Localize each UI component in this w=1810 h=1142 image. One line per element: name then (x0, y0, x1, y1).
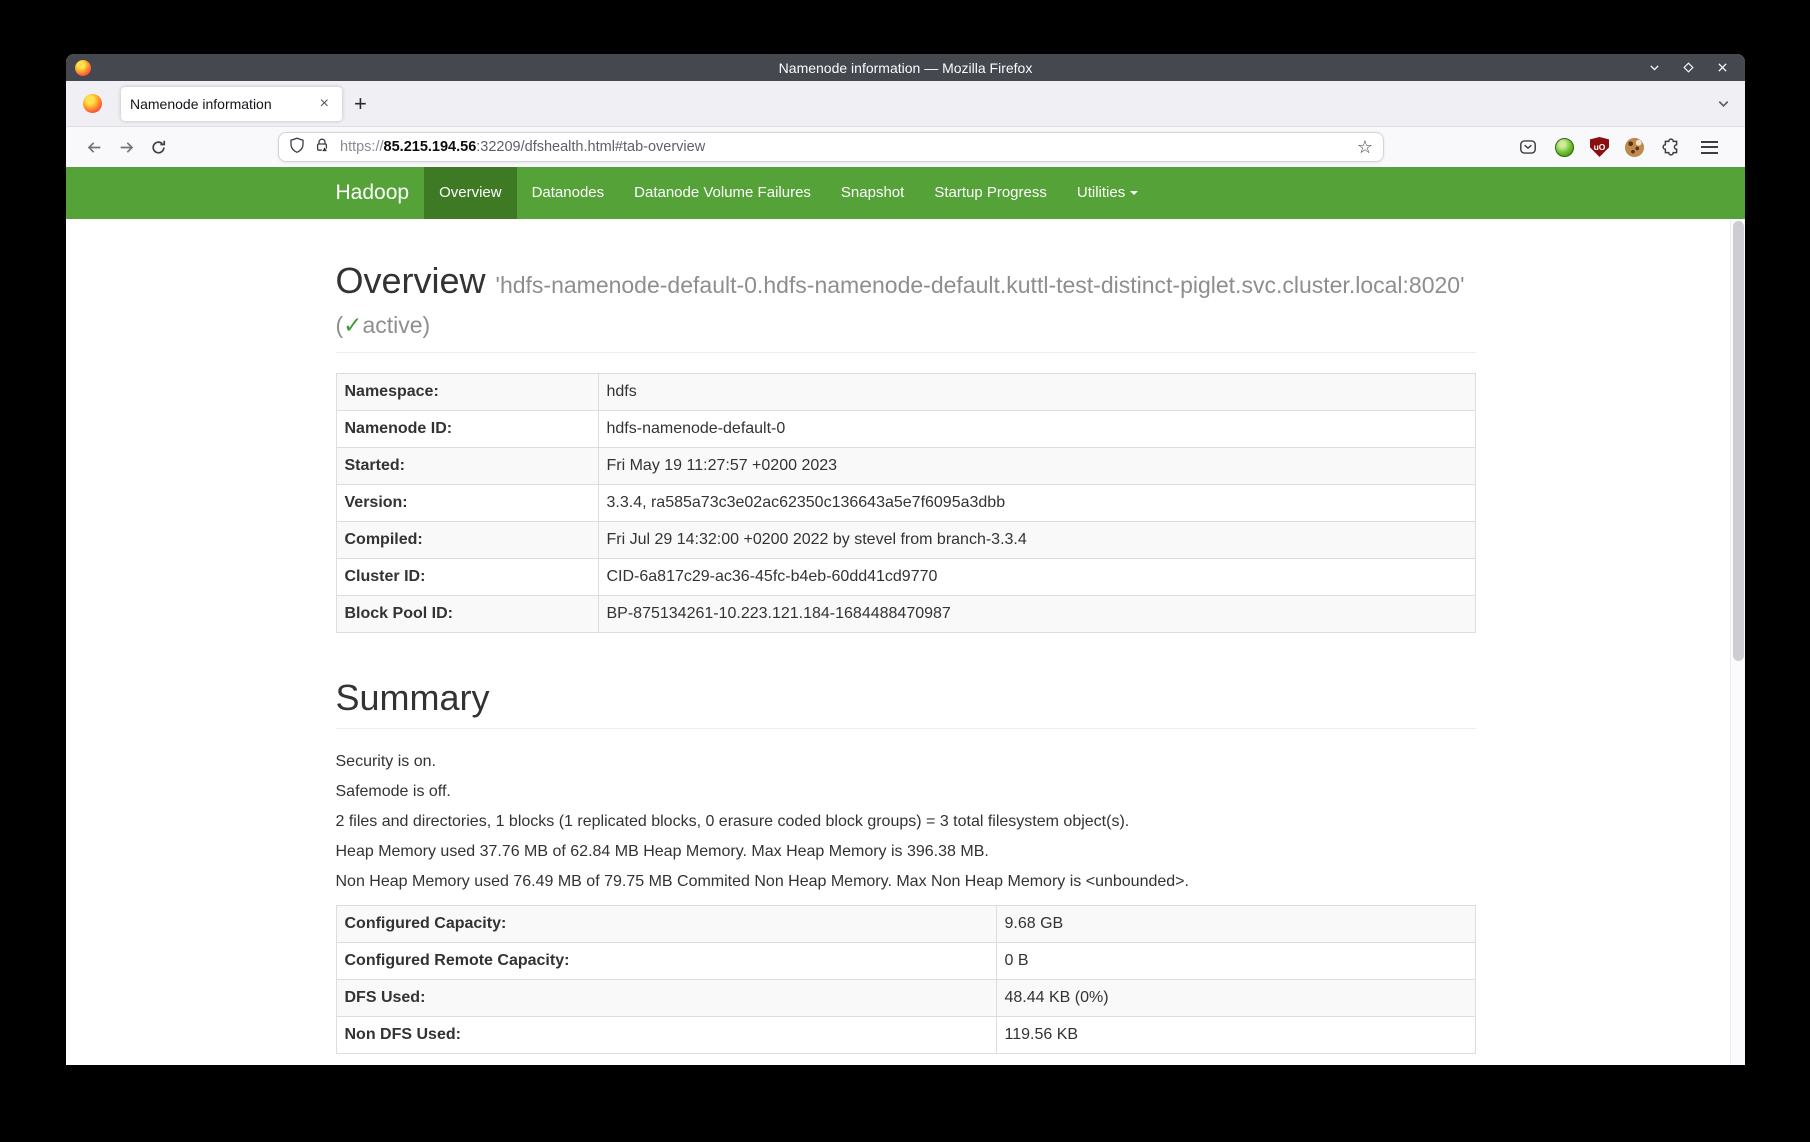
extension-cluster: uO (1517, 136, 1733, 158)
summary-header: Summary (336, 678, 1476, 729)
table-row: Version:3.3.4, ra585a73c3e02ac62350c1366… (336, 484, 1475, 521)
utilities-label: Utilities (1077, 184, 1125, 201)
summary-line-filesystem-objects: 2 files and directories, 1 blocks (1 rep… (336, 811, 1476, 832)
tab-namenode-information[interactable]: Namenode information × (121, 87, 342, 121)
lock-warning-icon[interactable] (314, 137, 330, 158)
row-value: Fri May 19 11:27:57 +0200 2023 (598, 447, 1475, 484)
row-value: 9.68 GB (996, 905, 1475, 942)
nav-tab-snapshot[interactable]: Snapshot (826, 167, 919, 219)
page-scrollbar[interactable] (1730, 219, 1745, 1065)
table-row: Cluster ID:CID-6a817c29-ac36-45fc-b4eb-6… (336, 558, 1475, 595)
table-row: Started:Fri May 19 11:27:57 +0200 2023 (336, 447, 1475, 484)
new-tab-button[interactable]: + (342, 93, 379, 115)
reload-icon[interactable] (142, 132, 174, 162)
page-title: Overview 'hdfs-namenode-default-0.hdfs-n… (336, 261, 1476, 342)
row-label: Namespace: (336, 373, 598, 410)
chevron-down-icon (1130, 191, 1138, 195)
namenode-address: 'hdfs-namenode-default-0.hdfs-namenode-d… (336, 272, 1465, 338)
hadoop-navbar: Hadoop Overview Datanodes Datanode Volum… (66, 167, 1745, 219)
tab-title: Namenode information (130, 96, 316, 112)
row-label: Version: (336, 484, 598, 521)
summary-line-security: Security is on. (336, 751, 1476, 772)
titlebar: Namenode information — Mozilla Firefox (66, 54, 1745, 81)
namenode-address-text: 'hdfs-namenode-default-0.hdfs-namenode-d… (496, 272, 1465, 298)
summary-line-non-heap-memory: Non Heap Memory used 76.49 MB of 79.75 M… (336, 871, 1476, 892)
table-row: Compiled:Fri Jul 29 14:32:00 +0200 2022 … (336, 521, 1475, 558)
cookie-extension-icon[interactable] (1625, 138, 1644, 157)
ublock-origin-icon[interactable]: uO (1590, 137, 1609, 157)
nav-dropdown-utilities[interactable]: Utilities (1062, 167, 1153, 219)
summary-line-safemode: Safemode is off. (336, 781, 1476, 802)
table-row: Configured Remote Capacity:0 B (336, 942, 1475, 979)
row-label: Block Pool ID: (336, 595, 598, 632)
forward-icon[interactable] (110, 132, 142, 162)
status-close-paren: ) (423, 312, 431, 338)
url-bar[interactable]: https://85.215.194.56:32209/dfshealth.ht… (278, 132, 1384, 162)
menu-hamburger-icon[interactable] (1698, 136, 1720, 158)
table-row: Namespace:hdfs (336, 373, 1475, 410)
row-label: DFS Used: (336, 979, 996, 1016)
row-label: Configured Capacity: (336, 905, 996, 942)
row-value: Fri Jul 29 14:32:00 +0200 2022 by stevel… (598, 521, 1475, 558)
green-extension-icon[interactable] (1555, 138, 1574, 157)
overview-heading-text: Overview (336, 260, 486, 301)
row-label: Cluster ID: (336, 558, 598, 595)
extensions-puzzle-icon[interactable] (1660, 136, 1682, 158)
tab-close-icon[interactable]: × (316, 94, 333, 114)
back-icon[interactable] (78, 132, 110, 162)
browser-window: Namenode information — Mozilla Firefox N… (66, 54, 1745, 1065)
row-value: 119.56 KB (996, 1016, 1475, 1053)
row-label: Compiled: (336, 521, 598, 558)
row-value: CID-6a817c29-ac36-45fc-b4eb-60dd41cd9770 (598, 558, 1475, 595)
url-scheme: https:// (340, 139, 384, 155)
row-value: hdfs (598, 373, 1475, 410)
window-title: Namenode information — Mozilla Firefox (66, 60, 1745, 76)
firefox-view-icon[interactable] (83, 94, 102, 113)
namenode-info-table: Namespace:hdfs Namenode ID:hdfs-namenode… (336, 373, 1476, 633)
pocket-icon[interactable] (1517, 136, 1539, 158)
nav-tab-datanodes[interactable]: Datanodes (517, 167, 620, 219)
summary-title: Summary (336, 678, 1476, 718)
navbar-brand-hadoop[interactable]: Hadoop (321, 167, 425, 219)
table-row: DFS Used:48.44 KB (0%) (336, 979, 1475, 1016)
browser-toolbar: https://85.215.194.56:32209/dfshealth.ht… (66, 127, 1745, 167)
row-label: Namenode ID: (336, 410, 598, 447)
table-row: Block Pool ID:BP-875134261-10.223.121.18… (336, 595, 1475, 632)
row-value: 0 B (996, 942, 1475, 979)
nav-tab-startup-progress[interactable]: Startup Progress (919, 167, 1062, 219)
table-row: Namenode ID:hdfs-namenode-default-0 (336, 410, 1475, 447)
table-row: Configured Capacity:9.68 GB (336, 905, 1475, 942)
bookmark-star-icon[interactable]: ☆ (1357, 138, 1373, 156)
status-badge: active (362, 312, 422, 338)
row-value: 48.44 KB (0%) (996, 979, 1475, 1016)
nav-tab-overview[interactable]: Overview (424, 167, 517, 219)
url-host: 85.215.194.56 (384, 139, 477, 155)
scrollbar-thumb[interactable] (1733, 221, 1744, 661)
list-all-tabs-icon[interactable] (1716, 96, 1731, 111)
row-value: hdfs-namenode-default-0 (598, 410, 1475, 447)
tracking-protection-shield-icon[interactable] (289, 137, 305, 158)
capacity-table: Configured Capacity:9.68 GB Configured R… (336, 905, 1476, 1054)
url-text: https://85.215.194.56:32209/dfshealth.ht… (340, 139, 705, 155)
tab-strip: Namenode information × + (66, 81, 1745, 127)
page-content: Overview 'hdfs-namenode-default-0.hdfs-n… (66, 219, 1745, 1065)
nav-tab-datanode-volume-failures[interactable]: Datanode Volume Failures (619, 167, 826, 219)
row-label: Non DFS Used: (336, 1016, 996, 1053)
overview-header: Overview 'hdfs-namenode-default-0.hdfs-n… (336, 261, 1476, 353)
row-value: BP-875134261-10.223.121.184-168448847098… (598, 595, 1475, 632)
row-label: Configured Remote Capacity: (336, 942, 996, 979)
summary-line-heap-memory: Heap Memory used 37.76 MB of 62.84 MB He… (336, 841, 1476, 862)
url-path: :32209/dfshealth.html#tab-overview (476, 139, 705, 155)
row-label: Started: (336, 447, 598, 484)
row-value: 3.3.4, ra585a73c3e02ac62350c136643a5e7f6… (598, 484, 1475, 521)
table-row: Non DFS Used:119.56 KB (336, 1016, 1475, 1053)
active-check-icon: ✓ (343, 312, 362, 338)
